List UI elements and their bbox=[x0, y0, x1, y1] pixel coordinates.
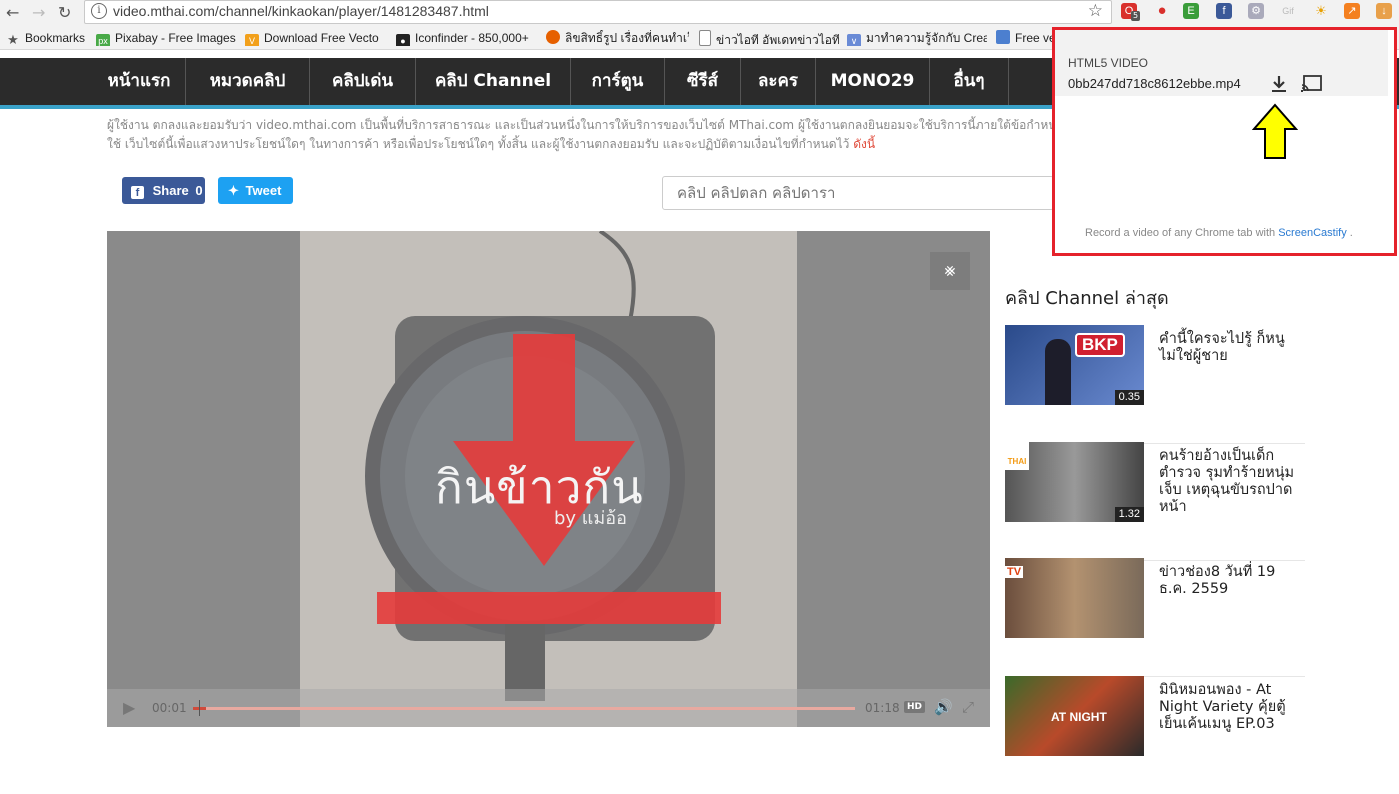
browser-toolbar: ← → ↻ i video.mthai.com/channel/kinkaoka… bbox=[0, 0, 1399, 27]
iconfinder-icon: ● bbox=[396, 34, 410, 46]
clip-title[interactable]: ข่าวช่อง8 วันที่ 19 ธ.ค. 2559 bbox=[1159, 564, 1299, 598]
footer-text: Record a video of any Chrome tab with bbox=[1085, 227, 1279, 239]
evernote-extension-icon[interactable]: E bbox=[1183, 3, 1199, 19]
video-entry: HTML5 VIDEO 0bb247dd718c8612ebbe.mp4 bbox=[1055, 30, 1388, 96]
star-icon: ★ bbox=[7, 32, 19, 47]
nav-cartoon[interactable]: การ์ตูน bbox=[571, 58, 665, 105]
clip-title[interactable]: คนร้ายอ้างเป็นเด็กตำรวจ รุมทำร้ายหนุ่มเจ… bbox=[1159, 448, 1299, 516]
twitter-icon: ✦ bbox=[228, 183, 239, 198]
bookmark-freevector[interactable]: Free ve bbox=[996, 30, 1052, 46]
thumbnail-logo: BKP bbox=[1075, 333, 1125, 357]
current-time: 00:01 bbox=[152, 701, 187, 715]
nav-drama[interactable]: ละคร bbox=[741, 58, 816, 105]
forward-icon[interactable]: → bbox=[32, 3, 45, 23]
disclaimer-line-2: ใช้ เว็บไซต์นี้เพื่อแสวงหาประโยชน์ใดๆ ใน… bbox=[107, 137, 854, 151]
thumbnail-logo: TV bbox=[1005, 566, 1024, 578]
facebook-extension-icon[interactable]: f bbox=[1216, 3, 1232, 19]
freevector-icon bbox=[996, 30, 1010, 44]
screencastify-extension-icon[interactable]: ↓ bbox=[1376, 3, 1392, 19]
address-bar[interactable]: i video.mthai.com/channel/kinkaokan/play… bbox=[84, 0, 1112, 24]
disclaimer-line-1: ผู้ใช้งาน ตกลงและยอมรับว่า video.mthai.c… bbox=[107, 118, 1057, 132]
reload-icon[interactable]: ↻ bbox=[58, 3, 71, 23]
facebook-share-button[interactable]: f Share 0 bbox=[122, 177, 205, 204]
thumbnail-logo: AT NIGHT bbox=[1051, 710, 1107, 724]
thumbnail-logo: THAI bbox=[1005, 442, 1029, 470]
nav-home[interactable]: หน้าแรก bbox=[93, 58, 186, 105]
clip-title[interactable]: คำนี้ใครจะไปรู้ ก็หนูไม่ใช่ผู้ชาย bbox=[1159, 331, 1299, 365]
bookmark-pixabay[interactable]: px Pixabay - Free Images bbox=[96, 30, 236, 46]
presenter-figure bbox=[1045, 339, 1071, 405]
terms-disclaimer: ผู้ใช้งาน ตกลงและยอมรับว่า video.mthai.c… bbox=[107, 116, 1057, 154]
screencastify-popup: HTML5 VIDEO 0bb247dd718c8612ebbe.mp4 Rec… bbox=[1052, 27, 1397, 256]
duration-time: 01:18 bbox=[865, 701, 900, 715]
url-text[interactable]: video.mthai.com/channel/kinkaokan/player… bbox=[113, 3, 489, 19]
tweet-button[interactable]: ✦ Tweet bbox=[218, 177, 293, 204]
tweet-label: Tweet bbox=[245, 183, 282, 198]
video-player[interactable]: กินข้าวกัน by แม่อ้อ ⨳ ▶ 00:01 01:18 HD … bbox=[107, 231, 990, 727]
clip-thumbnail[interactable]: TV bbox=[1005, 558, 1144, 638]
clip-search-box[interactable] bbox=[662, 176, 1054, 210]
map-pin-extension-icon[interactable]: ● bbox=[1154, 3, 1170, 19]
pixabay-icon: px bbox=[96, 34, 110, 46]
bookmark-star-icon[interactable]: ☆ bbox=[1088, 1, 1103, 21]
video-author-overlay: by แม่อ้อ bbox=[554, 508, 627, 529]
sidebar-heading: คลิป Channel ล่าสุด bbox=[1005, 288, 1169, 309]
gif-extension-icon[interactable]: Gif bbox=[1280, 3, 1296, 19]
creative-icon: ∨ bbox=[847, 34, 861, 46]
extension-badge: 5 bbox=[1131, 11, 1141, 21]
fullscreen-icon[interactable]: ⤢ bbox=[962, 698, 974, 716]
progress-track[interactable] bbox=[193, 707, 855, 710]
cast-icon[interactable] bbox=[1301, 74, 1323, 94]
sidebar-clip-item[interactable]: AT NIGHT มินิหมอนพอง - At Night Variety … bbox=[1005, 676, 1305, 794]
clip-title[interactable]: มินิหมอนพอง - At Night Variety คุ้ยตู้เย… bbox=[1159, 682, 1299, 733]
bookmark-itnews[interactable]: ข่าวไอที อัพเดทข่าวไอที ข่ bbox=[699, 30, 839, 46]
bookmark-license[interactable]: ลิขสิทธิ์รูป เรื่องที่คนทำเว็บ bbox=[546, 30, 689, 46]
bookmark-vecteezy[interactable]: V Download Free Vecto bbox=[245, 30, 383, 46]
pointer-arrow-icon bbox=[1252, 103, 1298, 159]
facebook-icon: f bbox=[131, 186, 144, 199]
footer-end: . bbox=[1346, 227, 1353, 239]
sidebar-clip-item[interactable]: TV ข่าวช่อง8 วันที่ 19 ธ.ค. 2559 bbox=[1005, 558, 1305, 677]
firefox-icon bbox=[546, 30, 560, 44]
terms-link[interactable]: ดังนี้ bbox=[853, 137, 875, 151]
share-label: Share bbox=[152, 183, 189, 198]
clip-thumbnail[interactable]: BKP 0.35 bbox=[1005, 325, 1144, 405]
bookmark-creative[interactable]: ∨ มาทำความรู้จักกับ Creati bbox=[847, 30, 987, 46]
nav-channel[interactable]: คลิป Channel bbox=[416, 58, 571, 105]
screencastify-link[interactable]: ScreenCastify bbox=[1278, 227, 1346, 239]
clip-thumbnail[interactable]: AT NIGHT bbox=[1005, 676, 1144, 756]
sidebar-clip-item[interactable]: THAI 1.32 คนร้ายอ้างเป็นเด็กตำรวจ รุมทำร… bbox=[1005, 442, 1305, 561]
video-filename: 0bb247dd718c8612ebbe.mp4 bbox=[1068, 76, 1241, 91]
download-icon[interactable] bbox=[1269, 74, 1289, 94]
nav-featured[interactable]: คลิปเด่น bbox=[310, 58, 416, 105]
clip-duration: 0.35 bbox=[1114, 390, 1144, 405]
play-icon[interactable]: ▶ bbox=[123, 698, 135, 717]
share-count: 0 bbox=[195, 183, 203, 198]
bookmark-iconfinder[interactable]: ● Iconfinder - 850,000+ bbox=[396, 30, 536, 46]
clip-search-input[interactable] bbox=[675, 183, 1049, 203]
progress-handle[interactable] bbox=[199, 700, 200, 716]
back-icon[interactable]: ← bbox=[6, 3, 19, 23]
site-info-icon[interactable]: i bbox=[91, 3, 107, 19]
vecteezy-icon: V bbox=[245, 34, 259, 46]
nav-series[interactable]: ซีรีส์ bbox=[665, 58, 741, 105]
sidebar-clip-item[interactable]: BKP 0.35 คำนี้ใครจะไปรู้ ก็หนูไม่ใช่ผู้ช… bbox=[1005, 325, 1305, 444]
nav-mono29[interactable]: MONO29 bbox=[816, 58, 930, 105]
nav-more[interactable]: อื่นๆ bbox=[930, 58, 1009, 105]
video-frame[interactable]: กินข้าวกัน by แม่อ้อ bbox=[300, 231, 797, 727]
bookmarks-label[interactable]: ★ Bookmarks bbox=[6, 30, 86, 46]
player-controls: ▶ 00:01 01:18 HD 🔊 ⤢ bbox=[107, 689, 990, 727]
clip-thumbnail[interactable]: THAI 1.32 bbox=[1005, 442, 1144, 522]
video-share-icon[interactable]: ⨳ bbox=[930, 252, 970, 290]
popup-footer: Record a video of any Chrome tab with Sc… bbox=[1085, 227, 1353, 239]
chart-extension-icon[interactable]: ↗ bbox=[1344, 3, 1360, 19]
tools-extension-icon[interactable]: ⚙ bbox=[1248, 3, 1264, 19]
nav-categories[interactable]: หมวดคลิป bbox=[186, 58, 310, 105]
volume-icon[interactable]: 🔊 bbox=[934, 698, 953, 716]
popup-heading: HTML5 VIDEO bbox=[1068, 56, 1149, 70]
clip-duration: 1.32 bbox=[1114, 507, 1144, 522]
sun-extension-icon[interactable]: ☀ bbox=[1313, 3, 1329, 19]
page-icon bbox=[699, 30, 711, 46]
hd-badge[interactable]: HD bbox=[904, 701, 926, 713]
